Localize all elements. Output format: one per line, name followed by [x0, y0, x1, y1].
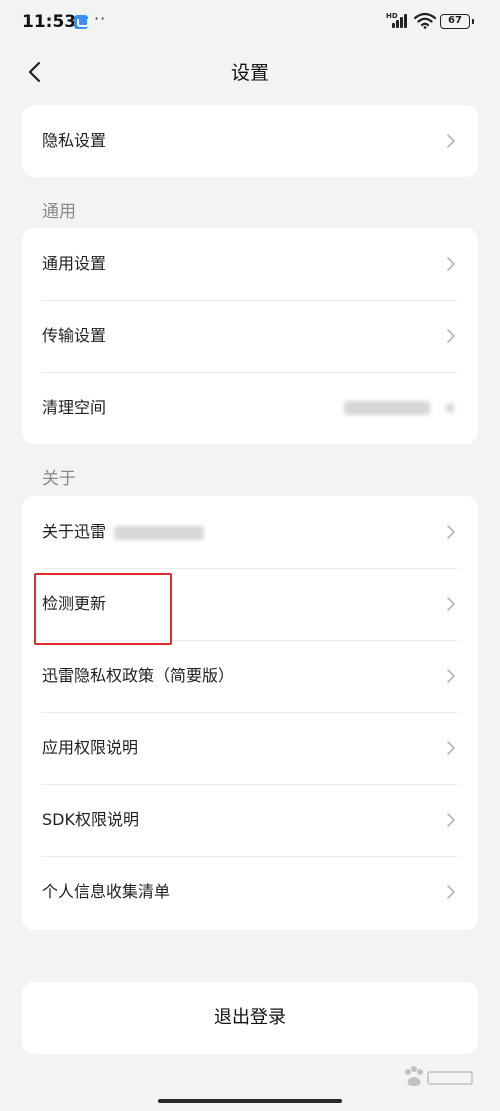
status-bar: 11:53 ·· HD 67: [0, 0, 500, 44]
list-item-label: 传输设置: [42, 326, 107, 345]
list-item-label: 隐私设置: [42, 131, 107, 150]
page-title: 设置: [230, 62, 269, 84]
app-notification-icon: [74, 15, 89, 29]
settings-page: 11:53 ·· HD 67 设置 隐私设置 通用 通用设置 传输设置 清理空间…: [0, 0, 500, 1111]
list-item-transfer-settings[interactable]: 传输设置: [22, 300, 478, 372]
list-item-privacy-settings[interactable]: 隐私设置: [22, 105, 478, 177]
list-item-sdk-permissions[interactable]: SDK权限说明: [22, 784, 478, 856]
list-item-label: 迅雷隐私权政策（简要版）: [42, 666, 235, 685]
list-item-app-permissions[interactable]: 应用权限说明: [22, 712, 478, 784]
list-item-check-update[interactable]: 检测更新: [22, 568, 478, 640]
list-item-label: 个人信息收集清单: [42, 882, 171, 901]
list-item-label: 清理空间: [42, 398, 107, 417]
wifi-icon: [414, 12, 436, 29]
list-item-label: 关于迅雷: [42, 522, 107, 541]
list-item-label: 应用权限说明: [42, 738, 139, 757]
list-item-privacy-policy[interactable]: 迅雷隐私权政策（简要版）: [22, 640, 478, 712]
more-notifications-icon: ··: [94, 9, 107, 28]
chevron-right-icon: [447, 329, 455, 343]
list-item-clear-space[interactable]: 清理空间: [22, 372, 478, 444]
chevron-right-icon: [447, 525, 455, 539]
list-item-about-xunlei[interactable]: 关于迅雷: [22, 496, 478, 568]
list-item-general-settings[interactable]: 通用设置: [22, 228, 478, 300]
list-item-personal-info-list[interactable]: 个人信息收集清单: [22, 856, 478, 928]
list-item-label: SDK权限说明: [42, 810, 139, 829]
chevron-right-icon: [447, 134, 455, 148]
watermark-logo: [405, 1066, 473, 1086]
home-indicator[interactable]: [158, 1099, 342, 1103]
logout-button[interactable]: 退出登录: [22, 982, 478, 1054]
signal-icon: [392, 14, 408, 28]
chevron-right-icon: [447, 669, 455, 683]
chevron-right-icon: [447, 741, 455, 755]
status-time: 11:53: [22, 12, 77, 32]
section-header-general: 通用: [42, 202, 76, 222]
blurred-version-text: [114, 526, 204, 540]
chevron-right-icon: [447, 885, 455, 899]
section-header-about: 关于: [42, 469, 76, 489]
about-card: 关于迅雷 检测更新 迅雷隐私权政策（简要版） 应用权限说明 SDK权限说明 个人…: [22, 496, 478, 930]
list-item-label: 通用设置: [42, 254, 107, 273]
chevron-right-icon: [447, 813, 455, 827]
chevron-right-icon: [447, 597, 455, 611]
blurred-storage-size: [344, 401, 430, 415]
list-item-label: 检测更新: [42, 594, 107, 613]
battery-icon: 67: [440, 14, 474, 29]
blurred-chevron: [446, 403, 454, 413]
general-card: 通用设置 传输设置 清理空间: [22, 228, 478, 444]
privacy-card: 隐私设置: [22, 105, 478, 177]
chevron-right-icon: [447, 257, 455, 271]
nav-bar: 设置: [0, 44, 500, 100]
